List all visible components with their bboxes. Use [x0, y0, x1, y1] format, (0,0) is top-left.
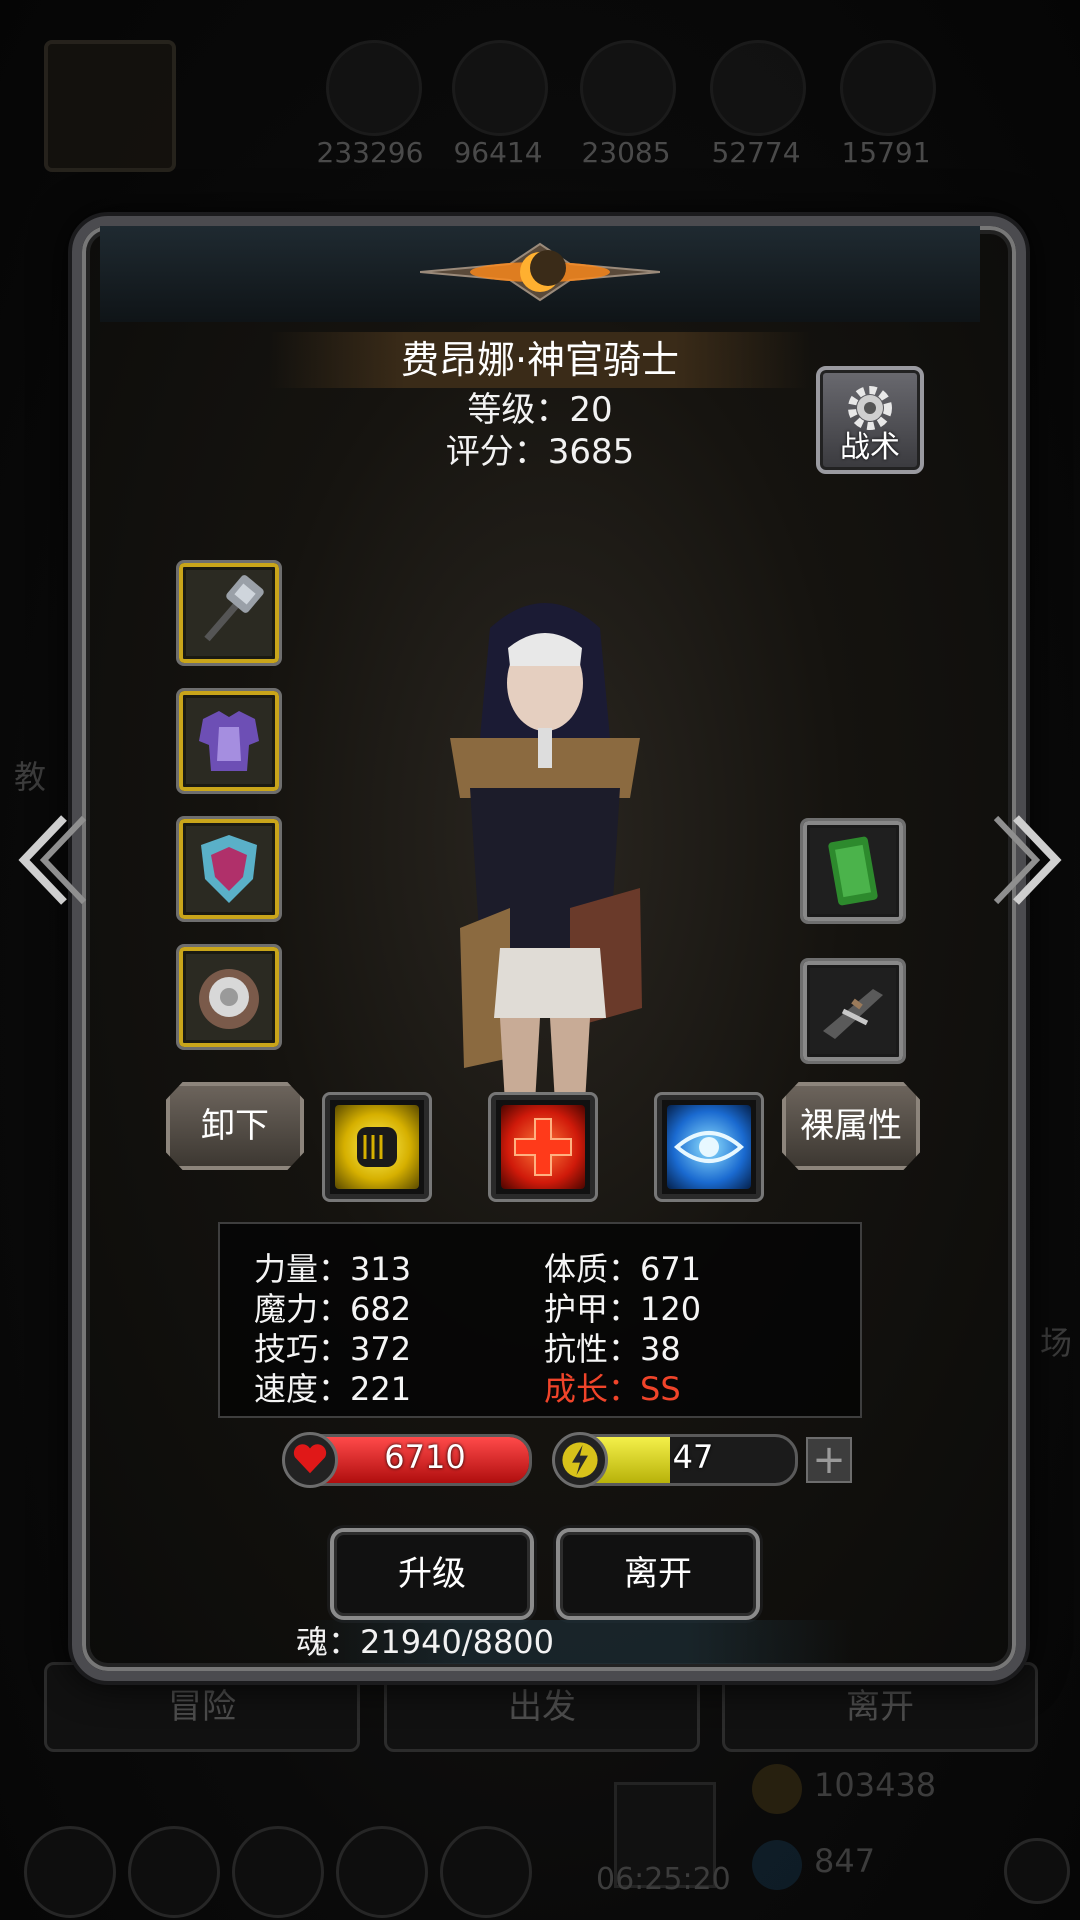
equip-slot-card[interactable] — [800, 818, 906, 924]
background-gem-icon — [752, 1840, 802, 1890]
equip-slot-crossbow[interactable] — [800, 958, 906, 1064]
mace-icon — [204, 575, 264, 642]
eye-icon — [667, 1105, 751, 1189]
resource-value-4: 52774 — [711, 136, 801, 169]
soul-value: 魂：21940/8800 — [296, 1623, 555, 1661]
resource-icon-2 — [452, 40, 548, 136]
hp-value: 6710 — [384, 1438, 466, 1476]
tactics-label: 战术 — [840, 430, 900, 465]
energy-value: 47 — [672, 1438, 714, 1476]
skill-slot-2[interactable] — [488, 1092, 598, 1202]
stat-speed: 速度：221 — [254, 1370, 412, 1408]
background-menu-icon-5 — [440, 1826, 532, 1918]
leave-button[interactable]: 离开 — [556, 1528, 760, 1620]
stat-growth: 成长：SS — [544, 1370, 681, 1408]
background-side-text-right: 场 — [1040, 1324, 1073, 1362]
background-gold-icon — [752, 1764, 802, 1814]
resource-icon-1 — [326, 40, 422, 136]
background-add-icon — [1004, 1838, 1070, 1904]
card-icon — [828, 836, 878, 906]
crossbow-icon — [823, 989, 883, 1039]
unequip-button[interactable]: 卸下 — [166, 1082, 304, 1170]
previous-hero-arrow[interactable] — [14, 810, 94, 910]
equip-slot-weapon[interactable] — [176, 560, 282, 666]
resource-icon-4 — [710, 40, 806, 136]
stats-panel: 力量：313 魔力：682 技巧：372 速度：221 体质：671 护甲：12… — [218, 1222, 862, 1418]
background-menu-icon-1 — [24, 1826, 116, 1918]
equip-slot-shield[interactable] — [176, 816, 282, 922]
resource-value-5: 15791 — [841, 136, 931, 169]
base-attributes-button[interactable]: 裸属性 — [782, 1082, 920, 1170]
hero-name: 费昂娜·神官骑士 — [400, 338, 680, 382]
background-gem-value: 847 — [814, 1842, 876, 1880]
background-portrait — [44, 40, 176, 172]
skill-slot-3[interactable] — [654, 1092, 764, 1202]
equip-slot-ring[interactable] — [176, 944, 282, 1050]
next-hero-arrow[interactable] — [986, 810, 1066, 910]
background-side-text-left: 教 — [14, 758, 47, 796]
resource-value-2: 96414 — [453, 136, 543, 169]
hero-score: 评分：3685 — [445, 432, 635, 472]
resource-value-1: 233296 — [316, 136, 424, 169]
shield-icon — [201, 835, 257, 903]
cross-icon — [501, 1105, 585, 1189]
background-menu-icon-2 — [128, 1826, 220, 1918]
background-menu-icon-3 — [232, 1826, 324, 1918]
equip-slot-armor[interactable] — [176, 688, 282, 794]
background-menu-icon-4 — [336, 1826, 428, 1918]
add-energy-button[interactable]: + — [806, 1437, 852, 1483]
skill-slot-1[interactable] — [322, 1092, 432, 1202]
resource-icon-3 — [580, 40, 676, 136]
armor-icon — [199, 711, 259, 771]
tactics-button[interactable]: 战术 — [816, 366, 924, 474]
resource-value-3: 23085 — [581, 136, 671, 169]
background-gold-value: 103438 — [814, 1766, 937, 1804]
fist-icon — [335, 1105, 419, 1189]
background-timer: 06:25:20 — [596, 1862, 731, 1897]
ring-icon — [199, 969, 259, 1029]
crescent-crest-icon — [420, 242, 660, 302]
upgrade-button[interactable]: 升级 — [330, 1528, 534, 1620]
soul-counter: 魂：21940/8800 — [296, 1620, 856, 1664]
resource-icon-5 — [840, 40, 936, 136]
